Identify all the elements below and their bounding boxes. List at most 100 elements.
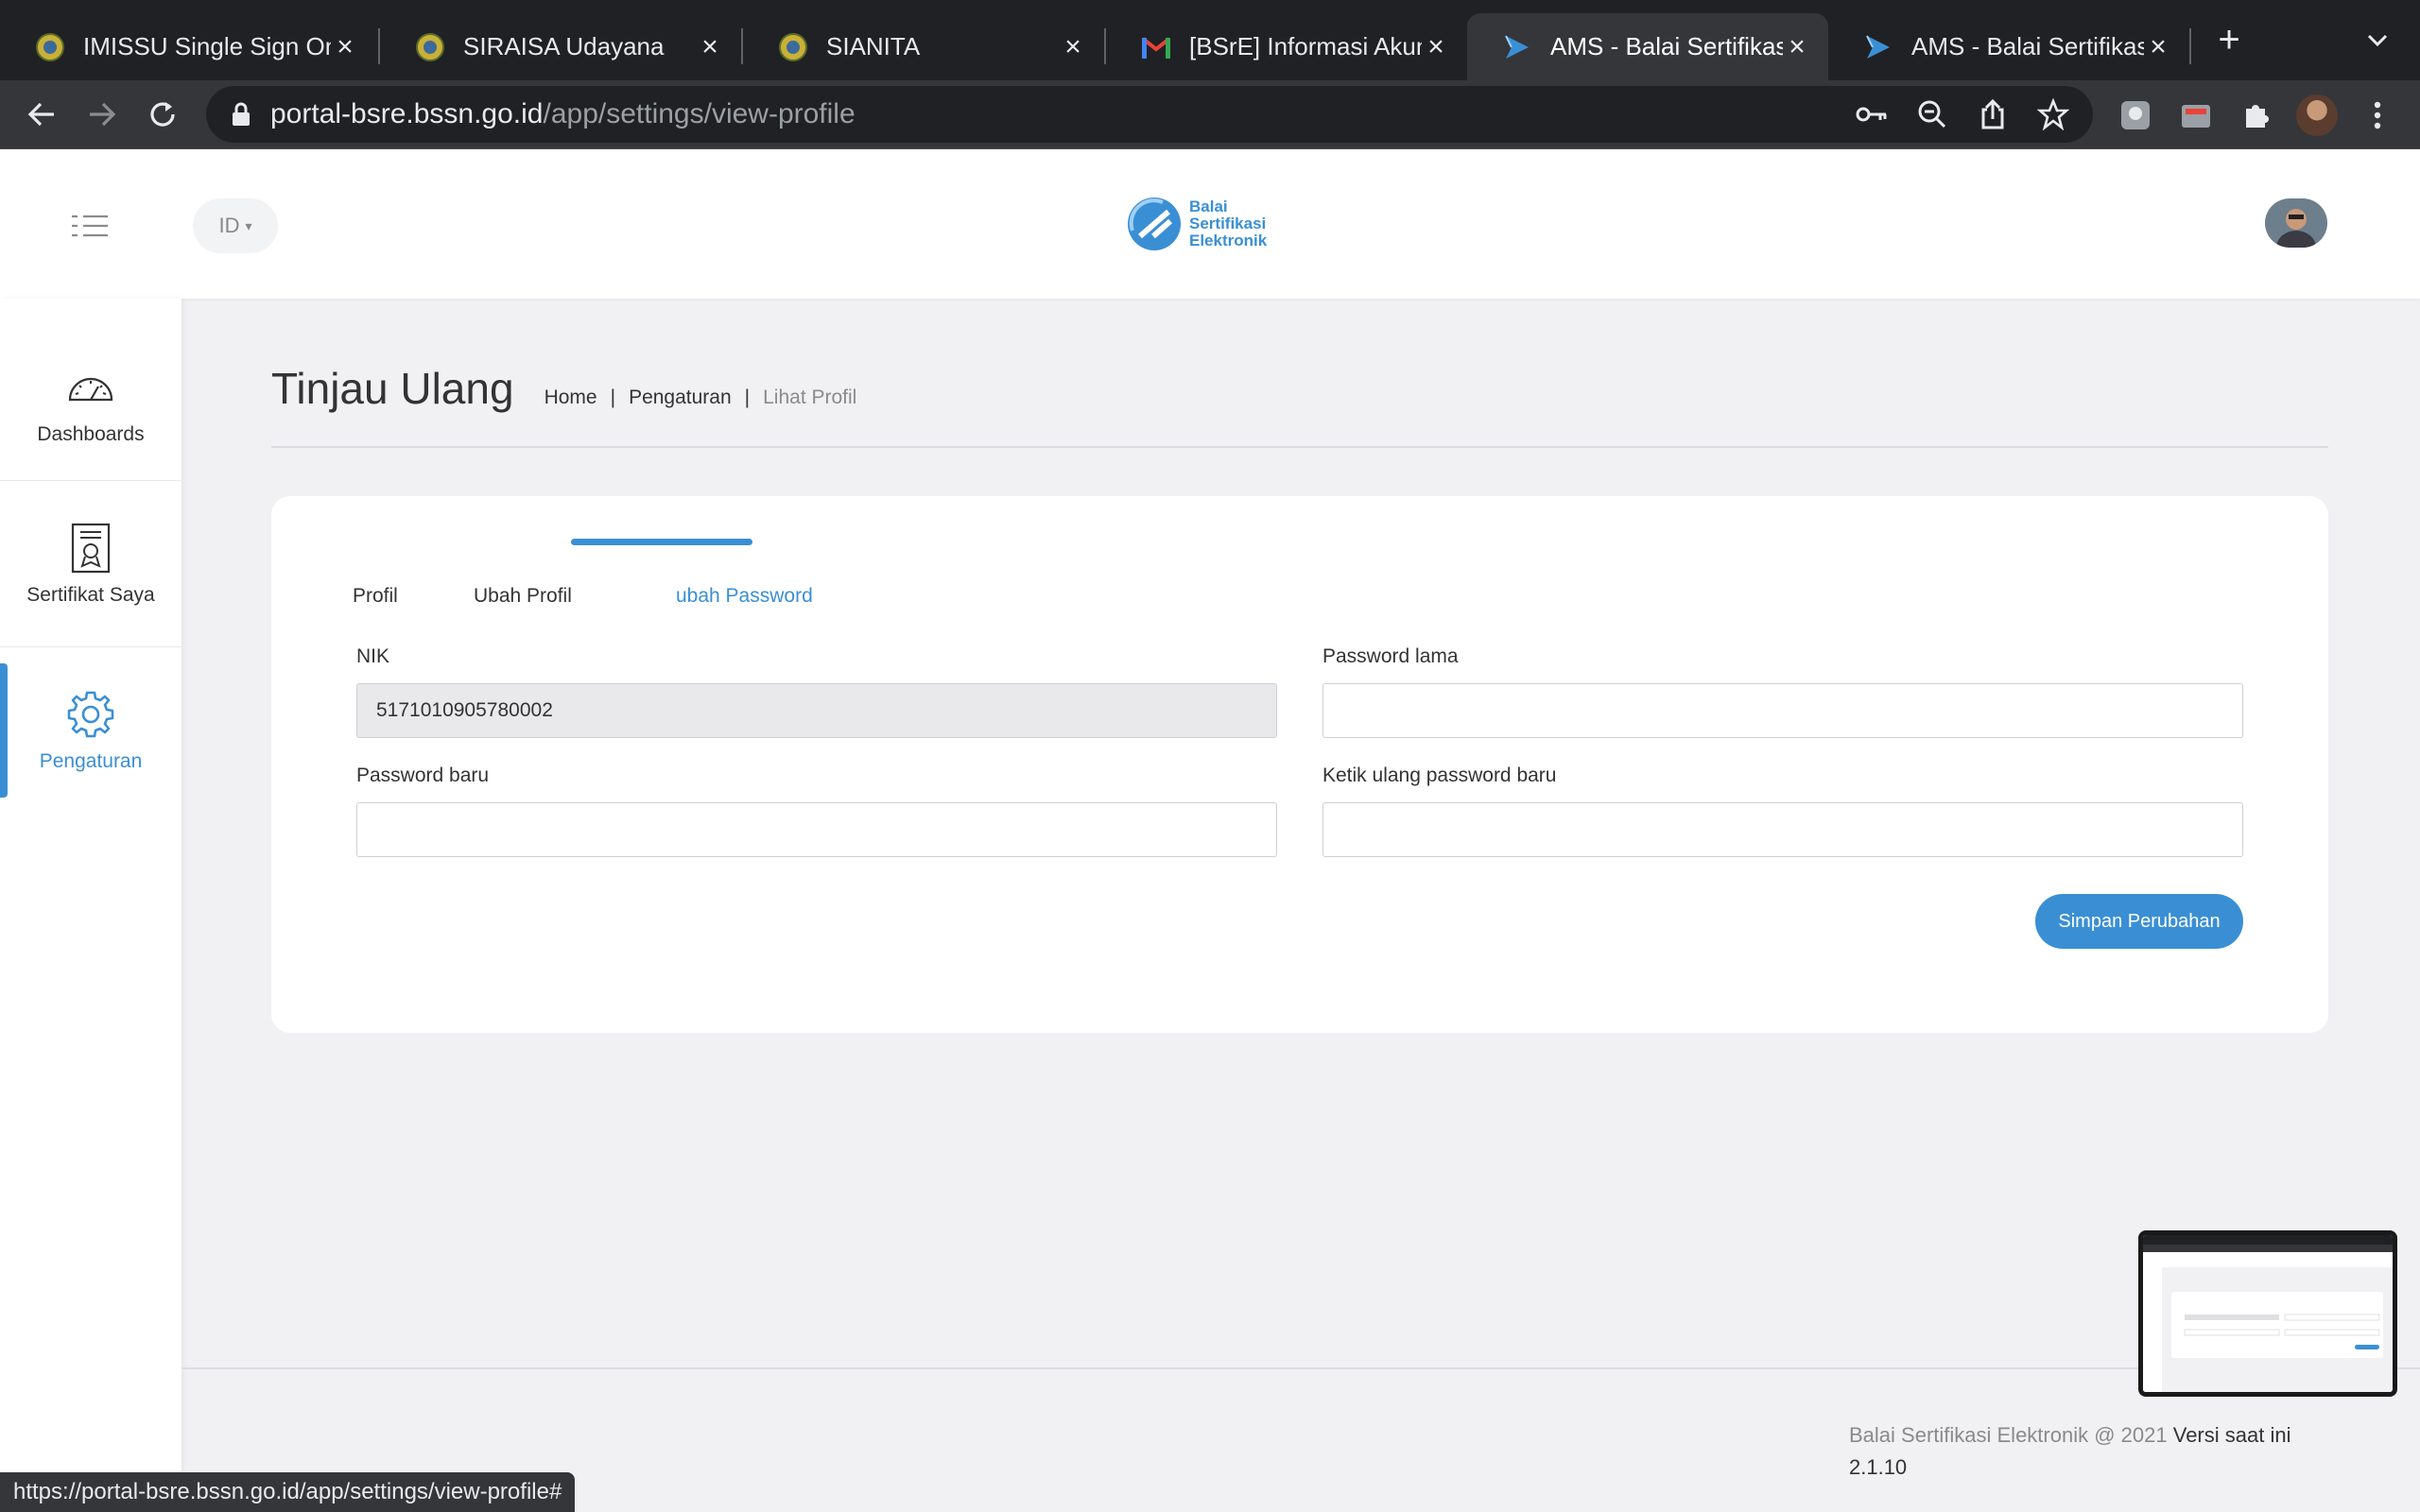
new-tab-plus-icon[interactable]: + — [2210, 21, 2248, 59]
close-icon[interactable]: × — [2144, 31, 2172, 63]
sidebar-item-label: Dashboards — [37, 423, 145, 445]
screenshot-thumbnail[interactable] — [2138, 1230, 2397, 1397]
footer-copyright: Balai Sertifikasi Elektronik @ 2021 — [1849, 1423, 2168, 1447]
footer: Balai Sertifikasi Elektronik @ 2021 Vers… — [1849, 1419, 2322, 1484]
old-password-field[interactable] — [1322, 683, 2243, 738]
url-text: portal-bsre.bssn.go.id/app/settings/view… — [270, 98, 856, 130]
sidebar-item-label: Sertifikat Saya — [26, 584, 155, 606]
kebab-menu-icon[interactable] — [2356, 94, 2399, 137]
user-avatar[interactable] — [2265, 198, 2327, 248]
extension-icon[interactable] — [2174, 94, 2218, 137]
browser-tab[interactable]: IMISSU Single Sign On × — [0, 13, 376, 80]
close-icon[interactable]: × — [1783, 31, 1811, 63]
tab-title: SIANITA — [826, 32, 921, 60]
browser-tab[interactable]: SIRAISA Udayana × — [380, 13, 741, 80]
sidebar-item-label: Pengaturan — [39, 750, 143, 772]
tab-profil[interactable]: Profil — [353, 543, 398, 608]
profile-avatar[interactable] — [2295, 94, 2339, 137]
logo-text: Balai Sertifikasi Elektronik — [1189, 198, 1267, 249]
language-label: ID — [218, 214, 240, 237]
browser-tab[interactable]: [BSrE] Informasi Akun × — [1106, 13, 1467, 80]
status-bar-url: https://portal-bsre.bssn.go.id/app/setti… — [0, 1472, 576, 1512]
close-icon[interactable]: × — [1422, 31, 1450, 63]
active-tab-indicator — [571, 539, 752, 545]
browser-tab[interactable]: SIANITA × — [743, 13, 1104, 80]
browser-tab-active[interactable]: AMS - Balai Sertifikasi × — [1467, 13, 1828, 80]
browser-tab-strip: IMISSU Single Sign On × SIRAISA Udayana … — [0, 0, 2420, 80]
speedometer-icon — [64, 361, 117, 414]
breadcrumb-separator: | — [744, 387, 751, 408]
confirm-password-label: Ketik ulang password baru — [1322, 765, 1557, 786]
menu-toggle-icon[interactable] — [70, 214, 110, 238]
gear-icon — [64, 688, 117, 741]
sidebar-divider — [0, 646, 182, 647]
back-arrow-icon[interactable] — [21, 94, 62, 135]
profile-card: Profil Ubah Profil ubah Password — [271, 496, 2328, 1033]
university-seal-icon — [34, 31, 66, 63]
footer-version-label: Versi saat ini — [2172, 1423, 2291, 1447]
logo-line: Sertifikasi — [1189, 215, 1267, 232]
url-host: portal-bsre.bssn.go.id — [270, 98, 544, 129]
tab-separator — [2189, 28, 2191, 64]
browser-toolbar: portal-bsre.bssn.go.id/app/settings/view… — [0, 80, 2420, 149]
chevron-down-icon[interactable] — [2361, 26, 2394, 55]
breadcrumb-separator: | — [610, 387, 616, 408]
bsre-logo-mark — [1128, 198, 1181, 250]
share-icon[interactable] — [1972, 95, 2014, 133]
heading-divider — [271, 446, 2328, 448]
language-dropdown[interactable]: ID ▾ — [193, 198, 278, 253]
save-changes-button[interactable]: Simpan Perubahan — [2035, 894, 2243, 949]
key-icon[interactable] — [1851, 95, 1893, 133]
breadcrumb-home[interactable]: Home — [544, 387, 597, 409]
close-icon[interactable]: × — [1059, 31, 1087, 63]
tab-ubah-profil[interactable]: Ubah Profil — [474, 543, 572, 608]
extension-icon[interactable] — [2114, 94, 2157, 137]
caret-down-icon: ▾ — [245, 217, 252, 233]
sidebar-divider — [0, 480, 182, 481]
nik-field[interactable] — [356, 683, 1277, 738]
old-password-label: Password lama — [1322, 645, 1459, 667]
certificate-icon — [64, 522, 117, 575]
url-path: /app/settings/view-profile — [543, 98, 856, 129]
footer-version: 2.1.10 — [1849, 1455, 1908, 1479]
sidebar-item-sertifikat-saya[interactable]: Sertifikat Saya — [0, 522, 182, 607]
page-heading: Tinjau Ulang Home | Pengaturan | Lihat P… — [271, 363, 856, 414]
nik-label: NIK — [356, 645, 390, 667]
sidebar: Dashboards Sertifikat Saya Pengaturan — [0, 299, 182, 1512]
tab-title: AMS - Balai Sertifikasi — [1911, 32, 2144, 60]
breadcrumb-current: Lihat Profil — [763, 387, 857, 408]
university-seal-icon — [777, 31, 809, 63]
tab-title: SIRAISA Udayana — [463, 32, 665, 60]
bookmark-star-icon[interactable] — [2032, 95, 2074, 133]
puzzle-extensions-icon[interactable] — [2235, 94, 2278, 137]
confirm-password-field[interactable] — [1322, 802, 2243, 857]
zoom-out-icon[interactable] — [1911, 95, 1953, 133]
gmail-icon — [1140, 31, 1172, 63]
lock-icon[interactable] — [227, 100, 255, 129]
tab-ubah-password[interactable]: ubah Password — [676, 543, 813, 608]
browser-tab[interactable]: AMS - Balai Sertifikasi × — [1828, 13, 2189, 80]
close-icon[interactable]: × — [696, 31, 724, 63]
forward-arrow-icon[interactable] — [81, 94, 123, 135]
reload-icon[interactable] — [142, 94, 183, 135]
new-password-field[interactable] — [356, 802, 1277, 857]
breadcrumb-pengaturan[interactable]: Pengaturan — [629, 387, 732, 409]
tab-title: IMISSU Single Sign On — [83, 32, 331, 60]
page-title: Tinjau Ulang — [271, 364, 514, 413]
footer-divider — [182, 1367, 2420, 1369]
sidebar-item-dashboards[interactable]: Dashboards — [0, 361, 182, 446]
bsre-logo[interactable]: Balai Sertifikasi Elektronik — [1125, 195, 1267, 253]
close-icon[interactable]: × — [331, 31, 359, 63]
breadcrumb: Home | Pengaturan | Lihat Profil — [544, 387, 857, 409]
logo-line: Elektronik — [1189, 232, 1268, 249]
sidebar-item-pengaturan[interactable]: Pengaturan — [0, 688, 182, 773]
university-seal-icon — [414, 31, 446, 63]
bsre-logo-icon — [1501, 31, 1533, 63]
bsre-logo-icon — [1862, 31, 1894, 63]
app-header: ID ▾ Balai Sertifikasi Elektronik — [0, 149, 2420, 299]
new-password-label: Password baru — [356, 765, 490, 786]
logo-line: Balai — [1189, 198, 1228, 215]
tab-title: [BSrE] Informasi Akun — [1189, 32, 1422, 60]
address-bar[interactable]: portal-bsre.bssn.go.id/app/settings/view… — [206, 86, 2093, 143]
tab-title: AMS - Balai Sertifikasi — [1550, 32, 1783, 60]
